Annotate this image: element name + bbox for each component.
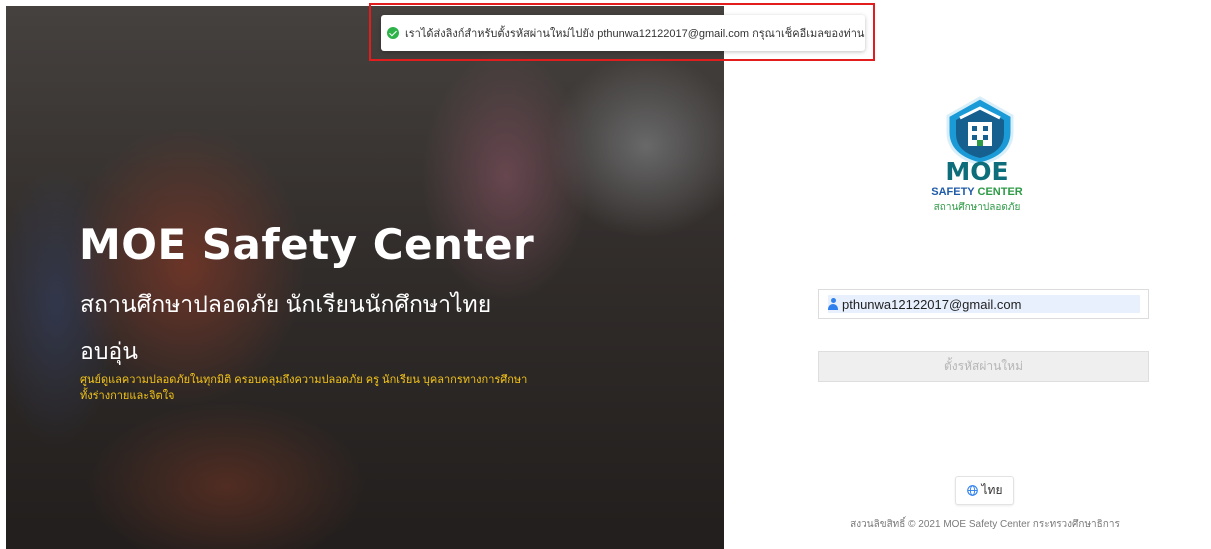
hero-subtitle-line1: สถานศึกษาปลอดภัย นักเรียนนักศึกษาไทย (80, 291, 492, 317)
email-value: pthunwa12122017@gmail.com (842, 296, 1022, 312)
toast-highlight: เราได้ส่งลิงก์สำหรับตั้งรหัสผ่านใหม่ไปยั… (369, 3, 875, 61)
logo-thai-tagline: สถานศึกษาปลอดภัย (933, 202, 1021, 213)
email-field[interactable]: pthunwa12122017@gmail.com (818, 289, 1149, 319)
reset-password-button[interactable]: ตั้งรหัสผ่านใหม่ (818, 351, 1149, 382)
email-input[interactable]: pthunwa12122017@gmail.com (828, 295, 1140, 313)
logo-safety-word: SAFETY (931, 186, 975, 198)
success-toast[interactable]: เราได้ส่งลิงก์สำหรับตั้งรหัสผ่านใหม่ไปยั… (381, 15, 865, 51)
hero-subtitle-line2: อบอุ่น (80, 338, 138, 364)
globe-icon (966, 485, 978, 496)
logo-center-word: CENTER (977, 186, 1023, 198)
hero-panel: MOE Safety Center สถานศึกษาปลอดภัย นักเร… (6, 6, 724, 549)
hero-title: MOE Safety Center (79, 220, 535, 269)
check-circle-icon (387, 27, 399, 39)
footer-copyright: สงวนลิขสิทธิ์ © 2021 MOE Safety Center ก… (850, 519, 1120, 530)
hero-image-overlay (6, 6, 724, 549)
logo-safety-center: SAFETY CENTER (920, 186, 1034, 198)
logo-wordmark: MOE (945, 157, 1009, 186)
user-icon (828, 298, 838, 310)
hero-description-line2: ทั้งร่างกายและจิตใจ (80, 390, 175, 402)
toast-message: เราได้ส่งลิงก์สำหรับตั้งรหัสผ่านใหม่ไปยั… (405, 28, 865, 40)
language-button[interactable]: ไทย (955, 476, 1014, 505)
language-label: ไทย (981, 483, 1003, 497)
